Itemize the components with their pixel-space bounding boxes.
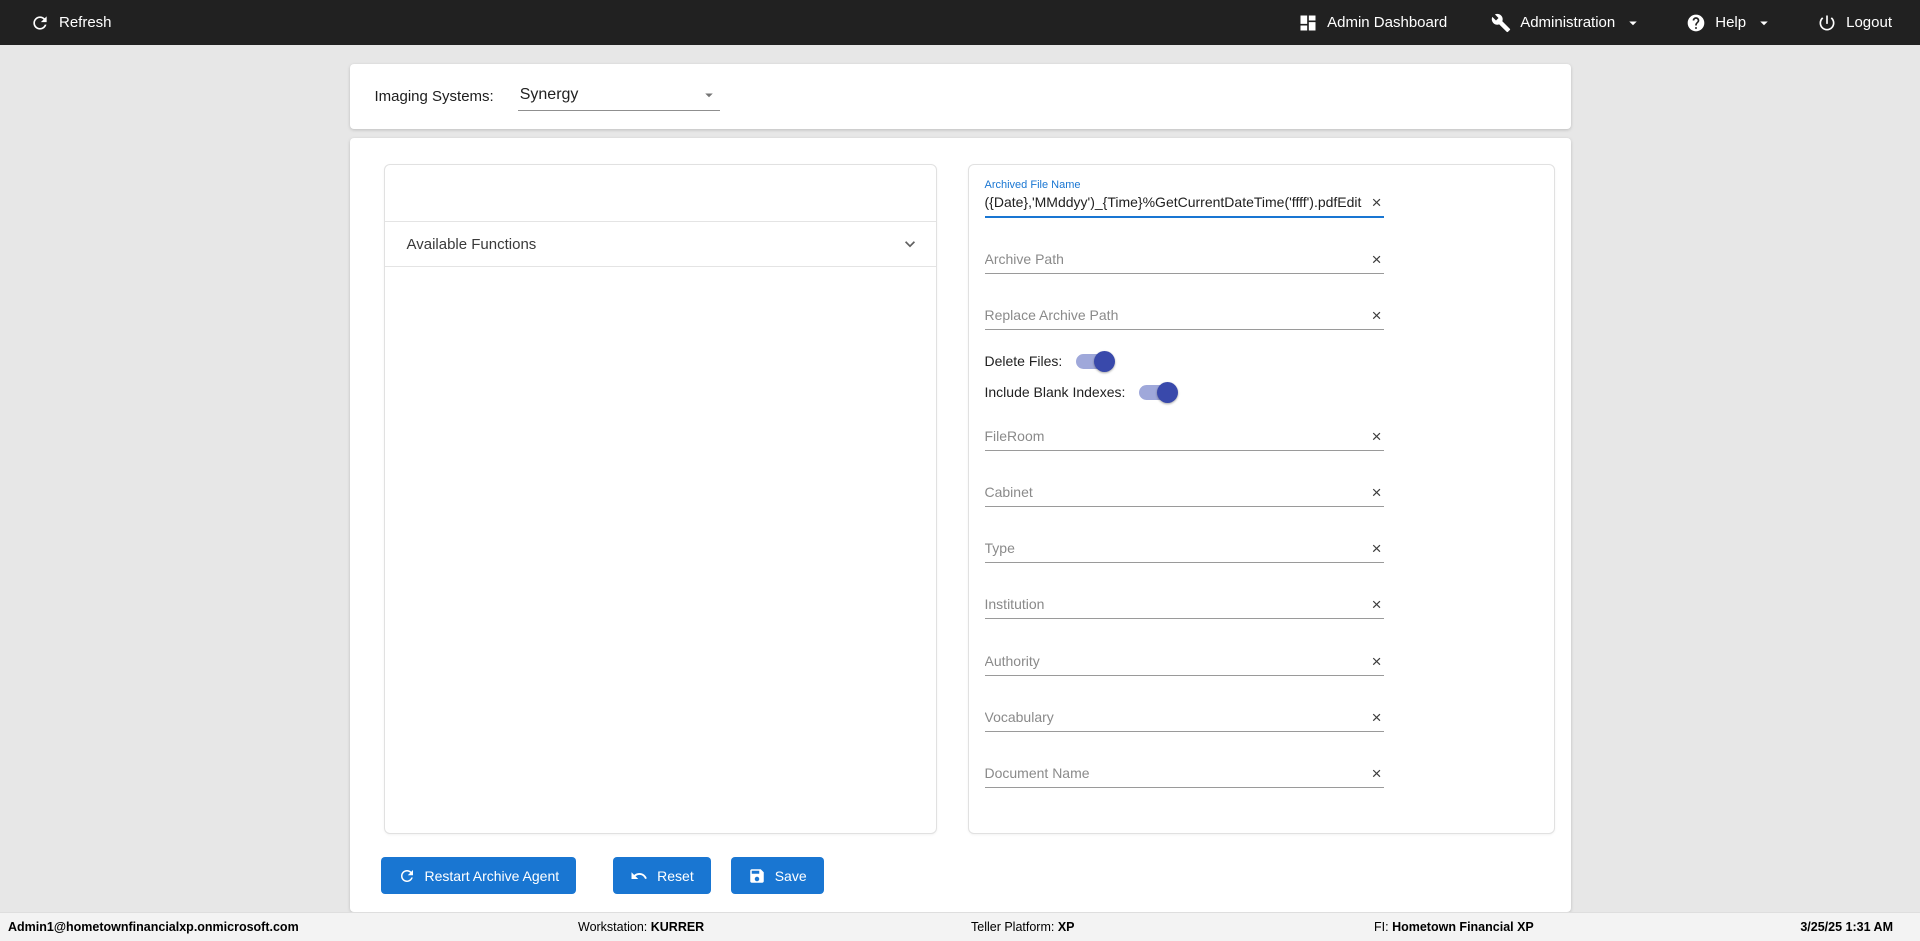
refresh-icon [398, 867, 416, 885]
content-container: Imaging Systems: Synergy Available Funct… [350, 64, 1571, 912]
refresh-label: Refresh [59, 14, 112, 31]
action-buttons-row: Restart Archive Agent Reset Save [381, 857, 824, 894]
chevron-down-icon [1624, 14, 1642, 32]
fileroom-input[interactable] [985, 428, 1362, 450]
clear-icon[interactable]: × [1362, 765, 1384, 787]
cabinet-field: × [985, 484, 1384, 507]
logout-label: Logout [1846, 14, 1892, 31]
replace-archive-path-input[interactable] [985, 307, 1362, 329]
teller-platform-label: Teller Platform: [971, 920, 1054, 934]
delete-files-label: Delete Files: [985, 353, 1063, 369]
restart-archive-agent-button[interactable]: Restart Archive Agent [381, 857, 577, 894]
datetime-display: 3/25/25 1:31 AM [1800, 920, 1893, 934]
type-input[interactable] [985, 540, 1362, 562]
vocabulary-input[interactable] [985, 709, 1362, 731]
authority-field: × [985, 653, 1384, 676]
document-name-field: × [985, 765, 1384, 788]
functions-panel-header [385, 165, 936, 222]
financial-institution-status: FI: Hometown Financial XP [1374, 920, 1534, 934]
toggle-knob [1157, 382, 1178, 403]
refresh-icon [30, 13, 50, 33]
clear-icon[interactable]: × [1362, 194, 1384, 216]
refresh-button[interactable]: Refresh [30, 13, 112, 33]
admin-dashboard-label: Admin Dashboard [1327, 14, 1447, 31]
clear-icon[interactable]: × [1362, 484, 1384, 506]
logout-button[interactable]: Logout [1817, 13, 1892, 33]
include-blank-indexes-row: Include Blank Indexes: [985, 384, 1177, 400]
power-icon [1817, 13, 1837, 33]
logged-in-user: Admin1@hometownfinancialxp.onmicrosoft.c… [8, 920, 299, 934]
available-functions-label: Available Functions [407, 236, 537, 253]
administration-menu[interactable]: Administration [1491, 13, 1642, 33]
chevron-down-icon [900, 234, 920, 254]
reset-button[interactable]: Reset [613, 857, 711, 894]
fi-label: FI: [1374, 920, 1389, 934]
clear-icon[interactable]: × [1362, 709, 1384, 731]
institution-field: × [985, 596, 1384, 619]
clear-icon[interactable]: × [1362, 307, 1384, 329]
clear-icon[interactable]: × [1362, 653, 1384, 675]
undo-icon [630, 867, 648, 885]
save-label: Save [775, 868, 807, 884]
delete-files-toggle[interactable] [1076, 354, 1113, 369]
authority-input[interactable] [985, 653, 1362, 675]
imaging-systems-label: Imaging Systems: [375, 88, 494, 105]
topbar-right: Admin Dashboard Administration Help L [1298, 13, 1892, 33]
fi-value: Hometown Financial XP [1392, 920, 1534, 934]
archived-file-name-input[interactable] [985, 194, 1362, 216]
archive-path-input[interactable] [985, 251, 1362, 273]
archive-settings-card: Available Functions Archived File Name × [350, 138, 1571, 912]
teller-platform-status: Teller Platform: XP [971, 920, 1075, 934]
clear-icon[interactable]: × [1362, 596, 1384, 618]
cabinet-input[interactable] [985, 484, 1362, 506]
workstation-value: KURRER [651, 920, 704, 934]
status-bar: Admin1@hometownfinancialxp.onmicrosoft.c… [0, 912, 1920, 941]
help-label: Help [1715, 14, 1746, 31]
save-button[interactable]: Save [731, 857, 824, 894]
institution-input[interactable] [985, 596, 1362, 618]
clear-icon[interactable]: × [1362, 251, 1384, 273]
available-functions-expander[interactable]: Available Functions [385, 222, 936, 267]
top-navigation-bar: Refresh Admin Dashboard Administration H… [0, 0, 1920, 45]
dropdown-arrow-icon [700, 86, 718, 104]
restart-archive-agent-label: Restart Archive Agent [425, 868, 560, 884]
document-name-input[interactable] [985, 765, 1362, 787]
wrench-icon [1491, 13, 1511, 33]
imaging-systems-card: Imaging Systems: Synergy [350, 64, 1571, 129]
topbar-left: Refresh [30, 13, 112, 33]
imaging-system-select[interactable]: Synergy [518, 82, 720, 111]
clear-icon[interactable]: × [1362, 540, 1384, 562]
delete-files-row: Delete Files: [985, 353, 1114, 369]
fileroom-field: × [985, 428, 1384, 451]
reset-label: Reset [657, 868, 694, 884]
clear-icon[interactable]: × [1362, 428, 1384, 450]
save-icon [748, 867, 766, 885]
archive-path-field: × [985, 251, 1384, 274]
archived-file-name-label: Archived File Name [985, 179, 1384, 191]
dashboard-icon [1298, 13, 1318, 33]
include-blank-indexes-toggle[interactable] [1139, 385, 1176, 400]
page-content: Imaging Systems: Synergy Available Funct… [0, 45, 1920, 912]
archive-form-panel: Archived File Name × × × [968, 164, 1555, 834]
teller-platform-value: XP [1058, 920, 1075, 934]
vocabulary-field: × [985, 709, 1384, 732]
include-blank-indexes-label: Include Blank Indexes: [985, 384, 1126, 400]
chevron-down-icon [1755, 14, 1773, 32]
help-icon [1686, 13, 1706, 33]
help-menu[interactable]: Help [1686, 13, 1773, 33]
administration-label: Administration [1520, 14, 1615, 31]
workstation-label: Workstation: [578, 920, 647, 934]
workstation-status: Workstation: KURRER [578, 920, 704, 934]
archived-file-name-field: Archived File Name × [985, 179, 1384, 218]
type-field: × [985, 540, 1384, 563]
admin-dashboard-button[interactable]: Admin Dashboard [1298, 13, 1447, 33]
functions-panel: Available Functions [384, 164, 937, 834]
replace-archive-path-field: × [985, 307, 1384, 330]
toggle-knob [1094, 351, 1115, 372]
imaging-system-selected-value: Synergy [520, 86, 579, 104]
